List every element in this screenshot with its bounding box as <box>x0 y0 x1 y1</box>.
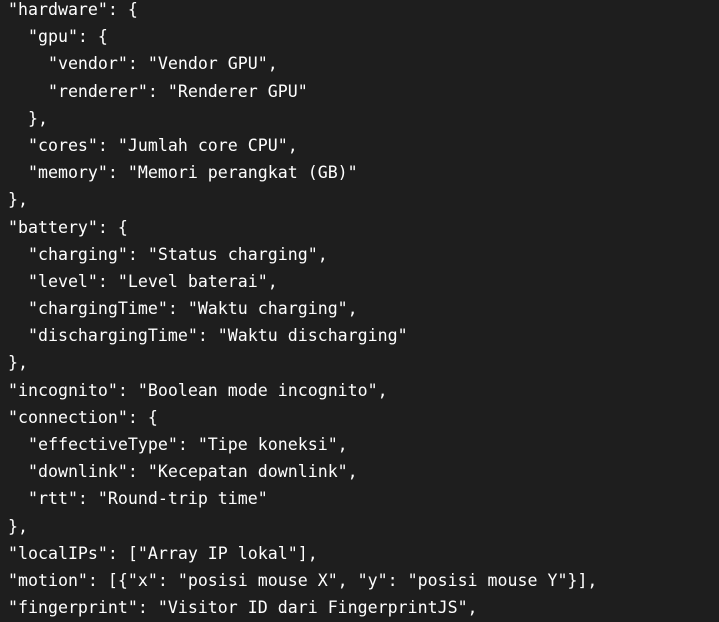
code-line: "incognito": "Boolean mode incognito", <box>8 380 388 400</box>
code-line: "memory": "Memori perangkat (GB)" <box>8 163 358 183</box>
code-line: "localIPs": ["Array IP lokal"], <box>8 543 318 563</box>
code-line: }, <box>8 108 48 128</box>
code-line: "effectiveType": "Tipe koneksi", <box>8 435 348 454</box>
code-line: "vendor": "Vendor GPU", <box>8 54 278 74</box>
code-line: "gpu": { <box>8 27 108 47</box>
code-line: "dischargingTime": "Waktu discharging" <box>8 326 408 346</box>
code-line: "connection": { <box>8 407 158 427</box>
code-line: "motion": [{"x": "posisi mouse X", "y": … <box>8 570 598 590</box>
code-line: "renderer": "Renderer GPU" <box>8 81 308 101</box>
code-line: }, <box>8 516 28 536</box>
code-line: "battery": { <box>8 217 128 237</box>
code-line: "fingerprint": "Visitor ID dari Fingerpr… <box>8 598 478 618</box>
code-line: }, <box>8 353 28 373</box>
code-line: "cores": "Jumlah core CPU", <box>8 135 298 155</box>
code-line: "chargingTime": "Waktu charging", <box>8 299 358 319</box>
code-line: "hardware": { <box>8 0 138 19</box>
code-line: }, <box>8 190 28 210</box>
code-line: "charging": "Status charging", <box>8 244 328 264</box>
code-line: "level": "Level baterai", <box>8 271 278 291</box>
code-line: "downlink": "Kecepatan downlink", <box>8 462 358 482</box>
code-line: "rtt": "Round-trip time" <box>8 489 268 509</box>
code-block: "hardware": { "gpu": { "vendor": "Vendor… <box>0 0 719 622</box>
